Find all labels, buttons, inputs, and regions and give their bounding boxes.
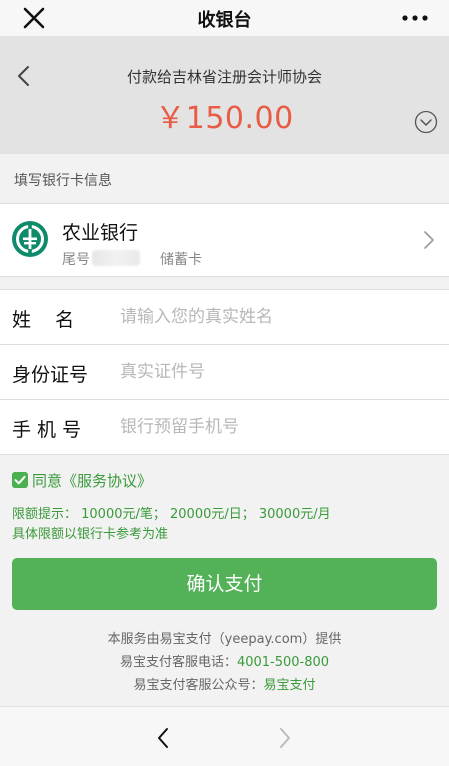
- phone-label: 手 机 号: [12, 419, 82, 441]
- footer-info: 本服务由易宝支付（yeepay.com）提供 易宝支付客服电话：4001-500…: [0, 628, 449, 697]
- section-title: 填写银行卡信息: [14, 173, 112, 189]
- service-phone-row: 易宝支付客服电话：4001-500-800: [0, 651, 449, 674]
- id-number-input[interactable]: [120, 359, 420, 385]
- more-dots-icon[interactable]: [401, 8, 429, 28]
- nav-forward-icon[interactable]: [278, 727, 292, 749]
- limit-note: 具体限额以银行卡参考为准: [12, 527, 169, 542]
- card-tail-label: 尾号: [62, 252, 90, 268]
- payment-header: 付款给吉林省注册会计师协会 ￥150.00: [0, 36, 449, 154]
- payment-amount: ￥150.00: [155, 101, 294, 136]
- phone-input[interactable]: [120, 414, 420, 440]
- official-account-row: 易宝支付客服公众号：易宝支付: [0, 674, 449, 697]
- card-info-form: 姓 名 身份证号 手 机 号: [0, 289, 449, 455]
- browser-nav-bar: [0, 706, 449, 766]
- payee-name: 付款给吉林省注册会计师协会: [126, 68, 322, 86]
- chevron-right-icon: [424, 231, 434, 249]
- name-field-row: 姓 名: [0, 290, 449, 345]
- chevron-down-circle-icon[interactable]: [414, 110, 438, 134]
- nav-back-icon[interactable]: [156, 727, 170, 749]
- top-bar: 收银台: [0, 0, 449, 36]
- bank-name: 农业银行: [62, 222, 139, 244]
- service-phone-label: 易宝支付客服电话：: [119, 655, 237, 670]
- page-title: 收银台: [197, 10, 252, 31]
- id-number-label: 身份证号: [12, 364, 89, 386]
- card-type: 储蓄卡: [160, 252, 202, 268]
- service-agreement-link[interactable]: 《服务协议》: [62, 472, 152, 490]
- official-account-name[interactable]: 易宝支付: [264, 678, 316, 693]
- agreement-prefix: 同意: [32, 472, 63, 490]
- name-label: 姓 名: [12, 309, 75, 331]
- agreement-checkbox[interactable]: [12, 472, 28, 488]
- id-number-field-row: 身份证号: [0, 345, 449, 400]
- card-tail-number-redacted: [92, 250, 140, 266]
- provider-text: 本服务由易宝支付（yeepay.com）提供: [107, 632, 342, 647]
- limit-line: 限额提示： 10000元/笔； 20000元/日； 30000元/月: [12, 507, 331, 522]
- limit-notice: 限额提示： 10000元/笔； 20000元/日； 30000元/月 具体限额以…: [12, 505, 331, 545]
- confirm-payment-button[interactable]: 确认支付: [12, 558, 437, 610]
- bank-card-selector[interactable]: 农业银行 尾号 储蓄卡: [0, 203, 449, 277]
- official-account-label: 易宝支付客服公众号：: [133, 678, 264, 693]
- abc-bank-logo-icon: [12, 221, 48, 257]
- phone-field-row: 手 机 号: [0, 400, 449, 455]
- service-phone-number[interactable]: 4001-500-800: [237, 655, 329, 670]
- agreement-text: 同意《服务协议》: [32, 470, 152, 491]
- name-input[interactable]: [120, 304, 420, 330]
